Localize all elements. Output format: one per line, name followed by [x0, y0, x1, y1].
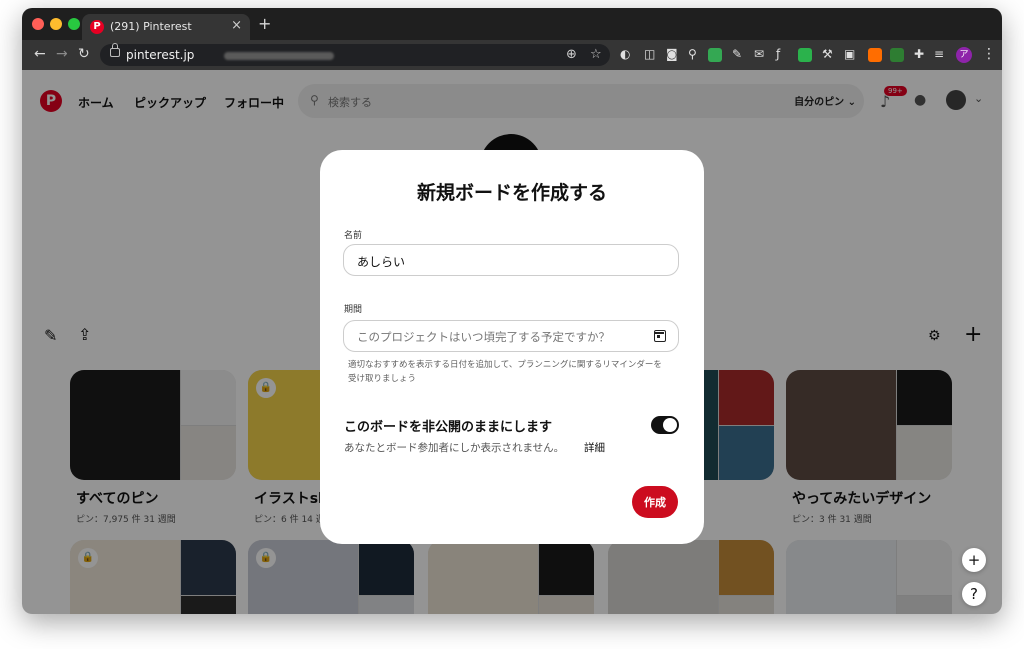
- maximize-window-button[interactable]: [68, 18, 80, 30]
- extension-reader-icon[interactable]: ◐: [620, 47, 630, 61]
- extension-brush-icon[interactable]: ✎: [732, 47, 742, 61]
- extension-camera-icon[interactable]: ◙: [666, 47, 678, 61]
- extension-font-icon[interactable]: ƒ: [776, 47, 780, 61]
- close-window-button[interactable]: [32, 18, 44, 30]
- extension-search-icon[interactable]: ⚲: [688, 47, 697, 61]
- url-path-blurred: [224, 52, 334, 60]
- period-date-input[interactable]: このプロジェクトはいつ頃完了する予定ですか？: [343, 320, 679, 352]
- reading-list-icon[interactable]: ≡: [934, 47, 944, 61]
- browser-profile-avatar[interactable]: ア: [956, 47, 972, 63]
- board-name-input[interactable]: あしらい: [343, 244, 679, 276]
- board-name-value: あしらい: [357, 255, 406, 269]
- extensions-puzzle-icon[interactable]: ✚: [914, 47, 924, 61]
- period-label: 期間: [344, 305, 363, 315]
- extension-google-icon[interactable]: [708, 48, 722, 62]
- toggle-knob: [663, 418, 677, 432]
- bookmark-star-icon[interactable]: ☆: [590, 47, 602, 62]
- name-label: 名前: [344, 231, 363, 241]
- pinterest-favicon-icon: P: [90, 20, 104, 34]
- address-bar[interactable]: pinterest.jp ⊕ ☆: [100, 43, 610, 66]
- private-description: あなたとボード参加者にしか表示されません。: [344, 442, 565, 454]
- period-placeholder: このプロジェクトはいつ頃完了する予定ですか？: [357, 330, 610, 344]
- modal-title: 新規ボードを作成する: [416, 182, 607, 204]
- tab-bar: P (291) Pinterest × +: [22, 8, 1002, 40]
- create-board-modal: 新規ボードを作成する 名前 あしらい 期間 このプロジェクトはいつ頃完了する予定…: [320, 150, 704, 544]
- lock-icon: [110, 43, 120, 57]
- url-text: pinterest.jp: [126, 48, 195, 62]
- calendar-icon[interactable]: [653, 330, 666, 342]
- private-title: このボードを非公開のままにします: [344, 420, 553, 435]
- extension-check-icon[interactable]: [798, 48, 812, 62]
- floating-plus-button[interactable]: +: [962, 548, 986, 572]
- private-toggle[interactable]: [651, 416, 679, 434]
- extension-orange-icon[interactable]: [868, 48, 882, 62]
- forward-arrow-icon[interactable]: →: [56, 46, 68, 62]
- extension-window-icon[interactable]: ▣: [844, 47, 855, 61]
- help-button[interactable]: ?: [962, 582, 986, 606]
- period-help-text: 適切なおすすめを表示する日付を追加して、プランニングに関するリマインダーを受け取…: [348, 360, 662, 384]
- extension-pocket-icon[interactable]: ◫: [644, 47, 655, 61]
- browser-tab[interactable]: P (291) Pinterest ×: [82, 14, 250, 40]
- browser-toolbar: ← → ↻ pinterest.jp ⊕ ☆ ◐ ◫ ◙ ⚲ ✎ ✉ ƒ ⚒ ▣…: [22, 40, 1002, 70]
- browser-window: P (291) Pinterest × + ← → ↻ pinterest.jp…: [22, 8, 1002, 614]
- new-tab-button[interactable]: +: [258, 14, 271, 33]
- extension-tools-icon[interactable]: ⚒: [822, 47, 833, 61]
- install-app-icon[interactable]: ⊕: [566, 47, 577, 62]
- extension-mail-icon[interactable]: ✉: [754, 47, 764, 61]
- reload-icon[interactable]: ↻: [78, 46, 90, 62]
- create-button[interactable]: 作成: [632, 486, 678, 518]
- tab-title: (291) Pinterest: [110, 20, 192, 33]
- minimize-window-button[interactable]: [50, 18, 62, 30]
- back-arrow-icon[interactable]: ←: [34, 46, 46, 62]
- pinterest-page: P ホーム ピックアップ フォロー中 ⚲ 検索する 自分のピン ⌄ ♪ 99+ …: [22, 70, 1002, 614]
- private-details-link[interactable]: 詳細: [584, 440, 605, 455]
- tab-close-icon[interactable]: ×: [231, 18, 242, 33]
- browser-menu-icon[interactable]: ⋮: [982, 46, 996, 62]
- extension-green-icon[interactable]: [890, 48, 904, 62]
